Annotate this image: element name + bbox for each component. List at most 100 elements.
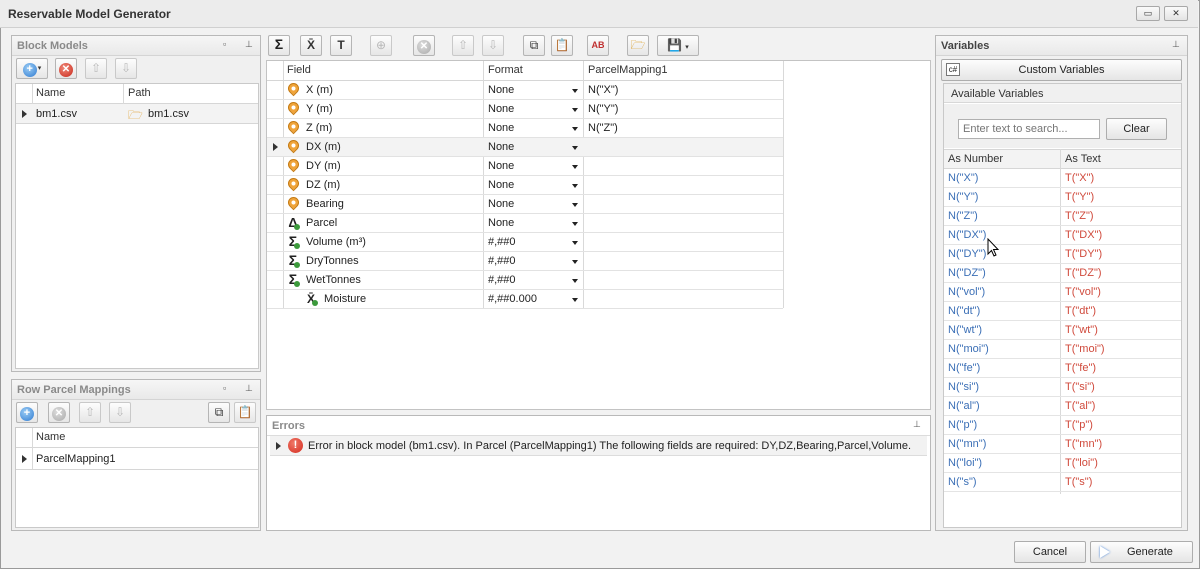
chevron-down-icon[interactable] <box>572 165 578 169</box>
list-item[interactable]: N("fe") T("fe") <box>944 359 1181 378</box>
variable-as-number[interactable]: N("DX") <box>948 229 986 241</box>
chevron-down-icon[interactable] <box>572 279 578 283</box>
move-down-button[interactable]: ⇩ <box>115 58 137 79</box>
generate-button[interactable]: Generate <box>1090 541 1193 563</box>
add-mean-field-button[interactable]: X̄ <box>300 35 322 56</box>
maximize-icon[interactable]: ▫ <box>223 39 226 49</box>
column-header-name[interactable]: Name <box>36 84 65 103</box>
open-button[interactable]: 🗁 <box>627 35 649 56</box>
variable-as-text[interactable]: T("X") <box>1065 172 1094 184</box>
add-row-button[interactable]: ⊕ <box>370 35 392 56</box>
list-item[interactable]: N("X") T("X") <box>944 169 1181 188</box>
chevron-down-icon[interactable] <box>572 146 578 150</box>
variable-as-number[interactable]: N("vol") <box>948 286 985 298</box>
table-row[interactable]: Σ Volume (m³) #,##0 <box>267 233 783 252</box>
maximize-icon[interactable]: ▫ <box>223 383 226 393</box>
format-select[interactable]: #,##0 <box>488 255 516 267</box>
format-select[interactable]: None <box>488 122 514 134</box>
chevron-down-icon[interactable] <box>572 260 578 264</box>
variable-as-number[interactable]: N("p") <box>948 419 977 431</box>
list-item[interactable]: N("s") T("s") <box>944 473 1181 492</box>
list-item[interactable]: N("DZ") T("DZ") <box>944 264 1181 283</box>
move-up-button[interactable]: ⇧ <box>79 402 101 423</box>
variable-as-text[interactable]: T("wt") <box>1065 324 1098 336</box>
table-row[interactable]: DX (m) None <box>267 137 783 157</box>
chevron-down-icon[interactable] <box>572 241 578 245</box>
format-select[interactable]: #,##0 <box>488 236 516 248</box>
format-select[interactable]: #,##0 <box>488 274 516 286</box>
save-button[interactable]: 💾 ▾ <box>657 35 699 56</box>
clear-button[interactable]: Clear <box>1106 118 1167 140</box>
table-row[interactable]: Δ Parcel None <box>267 214 783 233</box>
variable-as-text[interactable]: T("loi") <box>1065 457 1098 469</box>
column-header-as-number[interactable]: As Number <box>948 150 1003 169</box>
add-sum-field-button[interactable]: Σ <box>268 35 290 56</box>
paste-button[interactable]: 📋 <box>551 35 573 56</box>
paste-button[interactable]: 📋 <box>234 402 256 423</box>
variable-as-text[interactable]: T("si") <box>1065 381 1095 393</box>
variable-as-number[interactable]: N("DZ") <box>948 267 986 279</box>
variable-as-text[interactable]: T("moi") <box>1065 343 1105 355</box>
restore-button[interactable]: ▭ <box>1136 6 1160 21</box>
format-select[interactable]: None <box>488 84 514 96</box>
chevron-down-icon[interactable] <box>572 298 578 302</box>
column-header-as-text[interactable]: As Text <box>1065 150 1101 169</box>
list-item[interactable]: N("Y") T("Y") <box>944 188 1181 207</box>
copy-button[interactable]: ⧉ <box>208 402 230 423</box>
list-item[interactable]: N("moi") T("moi") <box>944 340 1181 359</box>
variable-as-text[interactable]: T("Y") <box>1065 191 1094 203</box>
variable-as-text[interactable]: T("mn") <box>1065 438 1102 450</box>
table-row[interactable]: X̄ Moisture #,##0.000 <box>267 290 783 309</box>
error-row[interactable]: ! Error in block model (bm1.csv). In Par… <box>270 436 927 456</box>
format-select[interactable]: None <box>488 103 514 115</box>
search-input[interactable] <box>958 119 1100 139</box>
mapping-expression[interactable]: N("Y") <box>588 103 618 115</box>
list-item[interactable]: N("p") T("p") <box>944 416 1181 435</box>
move-down-button[interactable]: ⇩ <box>482 35 504 56</box>
variable-as-text[interactable]: T("dt") <box>1065 305 1096 317</box>
rename-button[interactable]: AB <box>587 35 609 56</box>
variable-as-number[interactable]: N("Y") <box>948 191 978 203</box>
list-item[interactable]: N("DX") T("DX") <box>944 226 1181 245</box>
pin-icon[interactable]: ⊥ <box>245 39 253 50</box>
variable-as-text[interactable]: T("p") <box>1065 419 1093 431</box>
chevron-down-icon[interactable] <box>572 203 578 207</box>
remove-field-button[interactable]: ✕ <box>413 35 435 56</box>
table-row[interactable]: bm1.csv 🗁 bm1.csv <box>16 104 258 124</box>
list-item[interactable]: N("si") T("si") <box>944 378 1181 397</box>
move-down-button[interactable]: ⇩ <box>109 402 131 423</box>
variable-as-text[interactable]: T("fe") <box>1065 362 1096 374</box>
variable-as-text[interactable]: T("DX") <box>1065 229 1102 241</box>
list-item[interactable]: N("wt") T("wt") <box>944 321 1181 340</box>
list-item[interactable]: N("al") T("al") <box>944 397 1181 416</box>
pin-icon[interactable]: ⊥ <box>1172 39 1180 50</box>
mapping-expression[interactable]: N("X") <box>588 84 618 96</box>
table-row[interactable]: Y (m) None N("Y") <box>267 99 783 119</box>
format-select[interactable]: None <box>488 160 514 172</box>
list-item[interactable]: N("dt") T("dt") <box>944 302 1181 321</box>
table-row[interactable]: X (m) None N("X") <box>267 80 783 100</box>
variable-as-number[interactable]: N("DY") <box>948 248 986 260</box>
cancel-button[interactable]: Cancel <box>1014 541 1086 563</box>
custom-variables-button[interactable]: c# Custom Variables <box>941 59 1182 81</box>
variable-as-text[interactable]: T("vol") <box>1065 286 1101 298</box>
variable-as-text[interactable]: T("al") <box>1065 400 1095 412</box>
variable-as-number[interactable]: N("dt") <box>948 305 980 317</box>
delete-block-model-button[interactable]: ✕ <box>55 58 77 79</box>
copy-button[interactable]: ⧉ <box>523 35 545 56</box>
format-select[interactable]: None <box>488 198 514 210</box>
variable-as-number[interactable]: N("al") <box>948 400 980 412</box>
list-item[interactable]: N("DY") T("DY") <box>944 245 1181 264</box>
delete-mapping-button[interactable]: ✕ <box>48 402 70 423</box>
table-row[interactable]: DY (m) None <box>267 156 783 176</box>
list-item[interactable]: N("mn") T("mn") <box>944 435 1181 454</box>
move-up-button[interactable]: ⇧ <box>85 58 107 79</box>
format-select[interactable]: None <box>488 217 514 229</box>
table-row[interactable]: DZ (m) None <box>267 175 783 195</box>
add-block-model-button[interactable]: + ▾ <box>16 58 48 79</box>
variable-as-number[interactable]: N("wt") <box>948 324 982 336</box>
variable-as-text[interactable]: T("DY") <box>1065 248 1102 260</box>
column-header-name[interactable]: Name <box>36 428 65 447</box>
list-item[interactable]: N("vol") T("vol") <box>944 283 1181 302</box>
variable-as-number[interactable]: N("X") <box>948 172 978 184</box>
